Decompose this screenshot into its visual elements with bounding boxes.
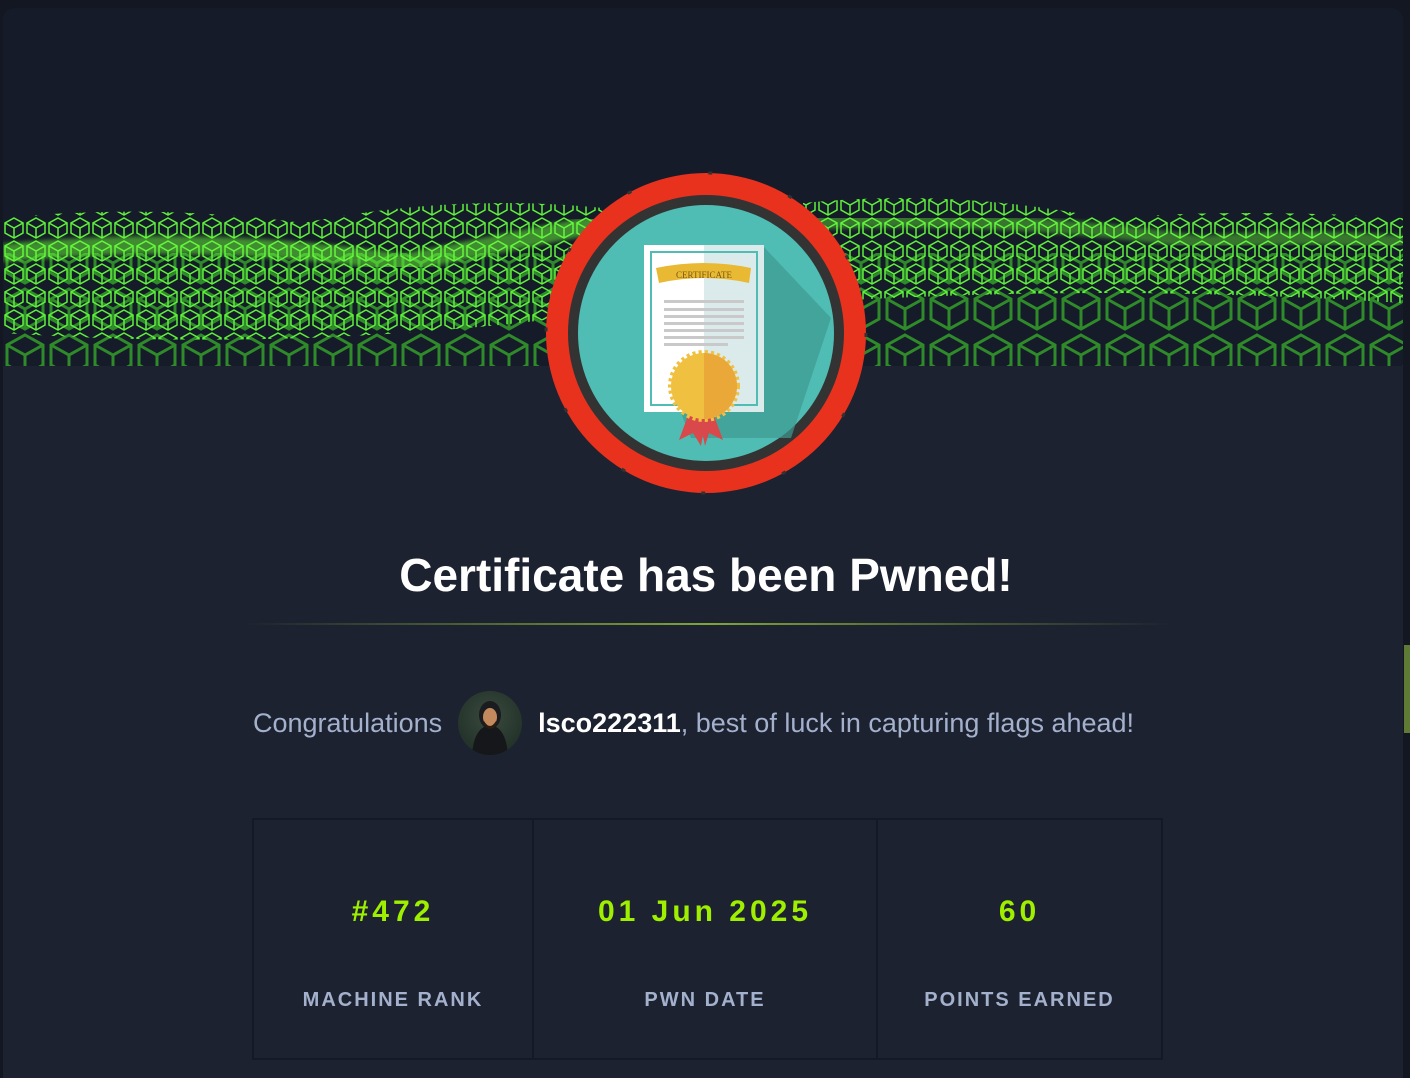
stat-machine-rank: #472 MACHINE RANK xyxy=(254,820,534,1058)
user-avatar[interactable] xyxy=(458,691,523,755)
congrats-suffix: , best of luck in capturing flags ahead! xyxy=(680,707,1135,738)
avatar-image xyxy=(472,701,509,755)
stat-value: 01 Jun 2025 xyxy=(597,895,813,928)
stat-label: POINTS EARNED xyxy=(924,989,1115,1011)
background-page-edge xyxy=(1404,645,1410,733)
congratulations-line: Congratulations lsco222311 , best of luc… xyxy=(253,690,1134,756)
certificate-badge: CERTIFICATE xyxy=(544,171,868,495)
stat-value: #472 xyxy=(351,895,435,928)
svg-text:CERTIFICATE: CERTIFICATE xyxy=(676,270,732,280)
stat-label: MACHINE RANK xyxy=(302,989,484,1011)
stat-points-earned: 60 POINTS EARNED xyxy=(878,820,1161,1058)
title-divider xyxy=(243,623,1173,625)
stat-label: PWN DATE xyxy=(644,989,766,1011)
certificate-card: CERTIFICATE Certificate has been Pwned! … xyxy=(3,8,1403,1078)
stat-value: 60 xyxy=(998,895,1041,928)
username-link[interactable]: lsco222311 xyxy=(538,708,681,739)
congrats-prefix: Congratulations xyxy=(253,707,443,738)
stat-pwn-date: 01 Jun 2025 PWN DATE xyxy=(534,820,878,1058)
stats-panel: #472 MACHINE RANK 01 Jun 2025 PWN DATE 6… xyxy=(252,818,1163,1060)
page-title: Certificate has been Pwned! xyxy=(399,549,1013,601)
